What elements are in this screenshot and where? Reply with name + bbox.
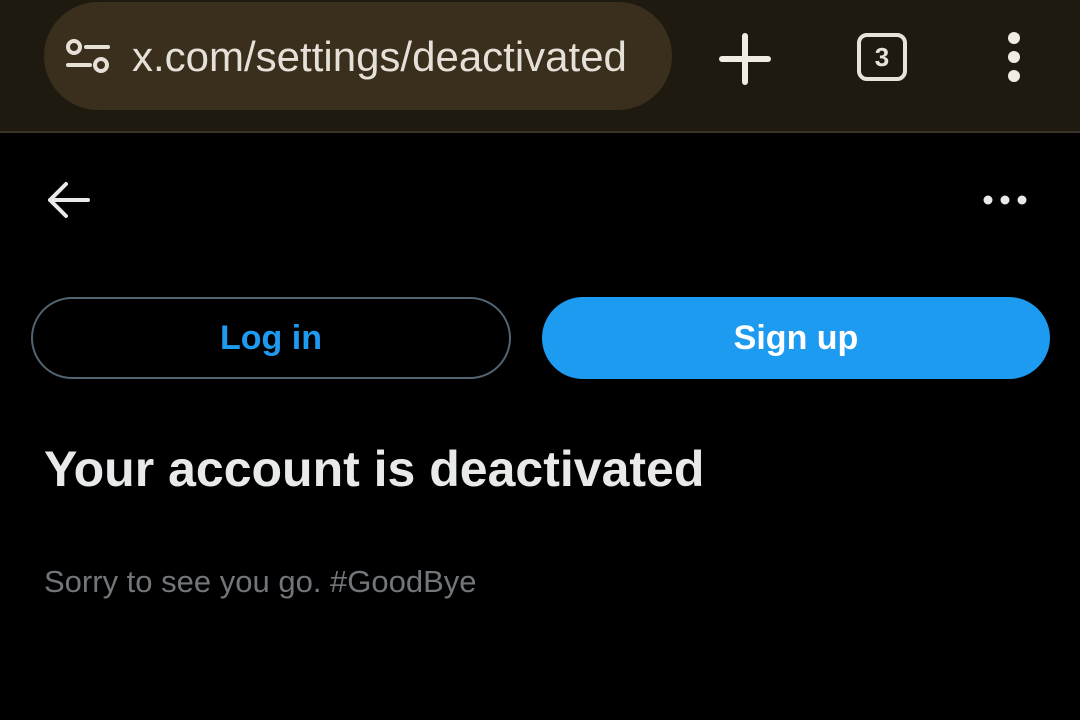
tune-icon[interactable] <box>66 38 110 74</box>
signup-button[interactable]: Sign up <box>542 297 1050 379</box>
url-text[interactable]: x.com/settings/deactivated <box>132 28 652 88</box>
vertical-dots-icon[interactable] <box>996 28 1032 88</box>
page-title: Your account is deactivated <box>44 441 705 497</box>
deactivation-message: Sorry to see you go. #GoodBye <box>44 564 477 599</box>
arrow-left-icon[interactable] <box>44 178 92 222</box>
horizontal-dots-icon[interactable] <box>980 186 1030 214</box>
plus-icon[interactable] <box>716 30 774 88</box>
browser-toolbar: x.com/settings/deactivated 3 <box>0 0 1080 133</box>
login-button[interactable]: Log in <box>31 297 511 379</box>
tab-switcher-button[interactable]: 3 <box>857 33 907 81</box>
